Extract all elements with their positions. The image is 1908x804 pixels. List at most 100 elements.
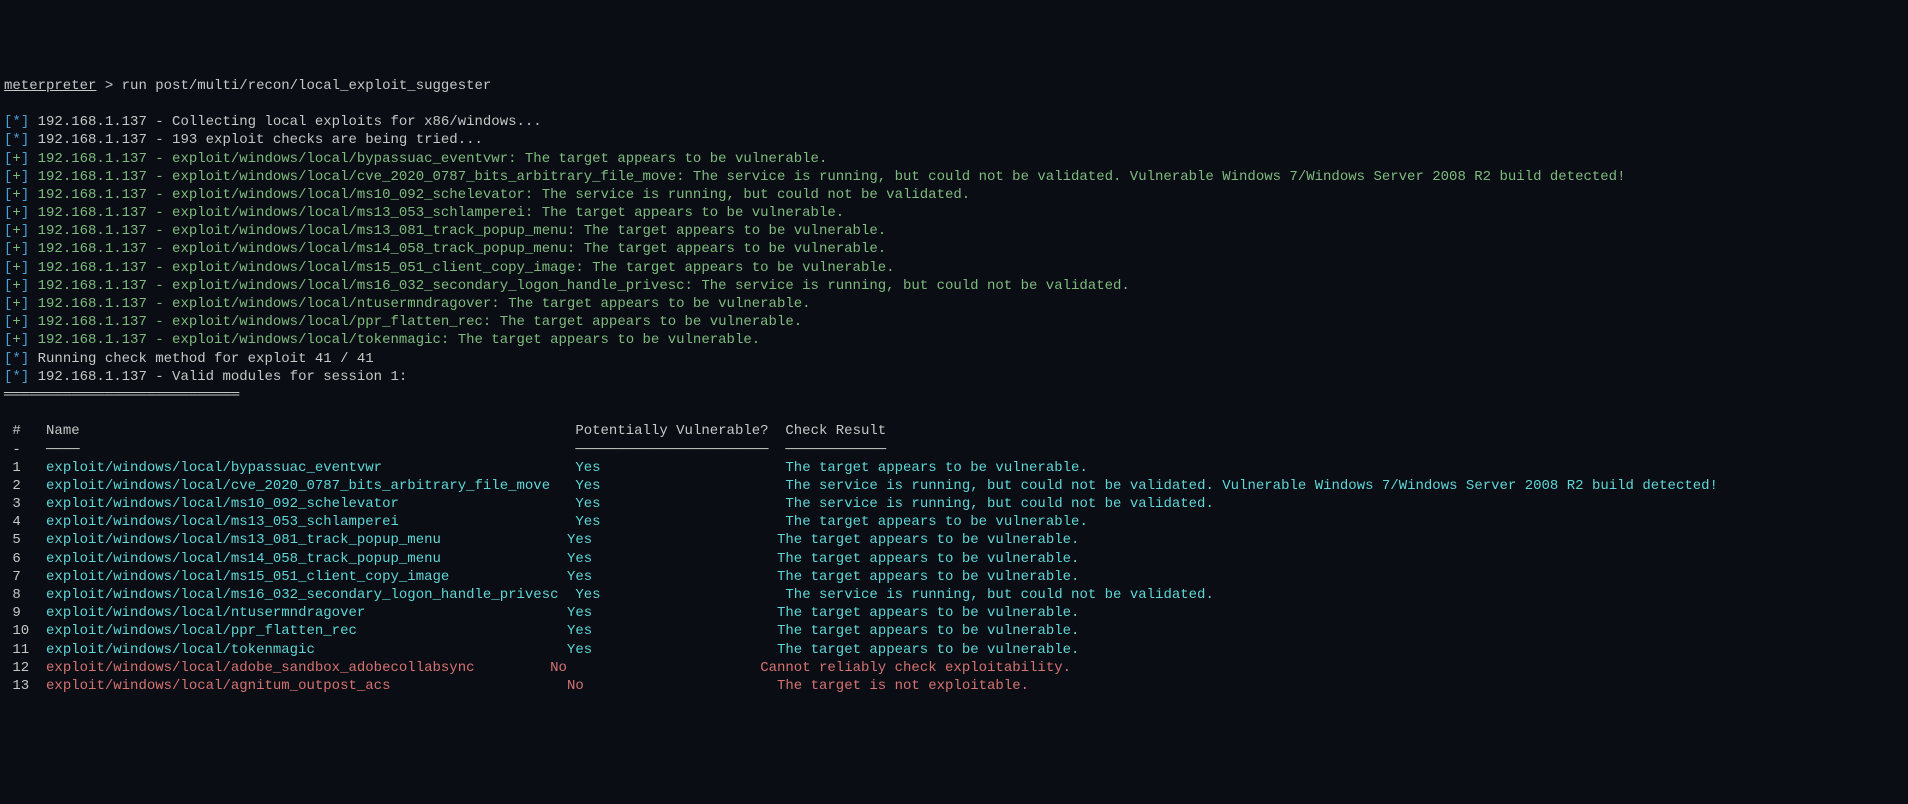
status-plus-icon: + (12, 223, 20, 239)
exploit-name-fail: exploit/windows/local/adobe_sandbox_adob… (46, 660, 474, 676)
exploit-name: exploit/windows/local/bypassuac_eventvwr (46, 460, 382, 476)
command-input[interactable]: run post/multi/recon/local_exploit_sugge… (122, 78, 492, 94)
status-bracket: ] (21, 332, 29, 348)
log-line: - exploit/windows/local/ms15_051_client_… (147, 260, 895, 276)
check-result: The service is running, but could not be… (785, 496, 1213, 512)
exploit-name: exploit/windows/local/ms16_032_secondary… (46, 587, 558, 603)
status-plus-icon: + (12, 314, 20, 330)
table-underline: ─────────────────────── (575, 442, 768, 458)
status-plus-icon: + (12, 260, 20, 276)
status-star-icon: * (12, 114, 20, 130)
vuln-yes: Yes (575, 587, 600, 603)
row-num: 6 (4, 551, 21, 567)
status-plus-icon: + (12, 296, 20, 312)
exploit-name: exploit/windows/local/tokenmagic (46, 642, 315, 658)
status-plus-icon: + (12, 169, 20, 185)
check-result: The target appears to be vulnerable. (777, 569, 1079, 585)
status-bracket: ] (21, 260, 29, 276)
vuln-yes: Yes (567, 551, 592, 567)
table-header-num: # (4, 423, 21, 439)
row-num: 12 (4, 660, 29, 676)
status-bracket: ] (21, 187, 29, 203)
log-line: - exploit/windows/local/ms16_032_seconda… (147, 278, 1130, 294)
table-underline: ──── (46, 442, 80, 458)
check-result: The target appears to be vulnerable. (777, 532, 1079, 548)
log-line: - exploit/windows/local/ms13_053_schlamp… (147, 205, 844, 221)
status-bracket: ] (21, 223, 29, 239)
row-num: 11 (4, 642, 29, 658)
status-plus-icon: + (12, 332, 20, 348)
row-num: 10 (4, 623, 29, 639)
horizontal-rule: ════════════════════════════ (4, 387, 239, 403)
log-line: - exploit/windows/local/ppr_flatten_rec:… (147, 314, 802, 330)
check-result: The target appears to be vulnerable. (777, 642, 1079, 658)
check-result: The target appears to be vulnerable. (777, 623, 1079, 639)
log-line: - exploit/windows/local/bypassuac_eventv… (147, 151, 828, 167)
status-plus-icon: + (12, 278, 20, 294)
vuln-no: No (567, 678, 584, 694)
ip-address: 192.168.1.137 (38, 296, 147, 312)
vuln-yes: Yes (575, 478, 600, 494)
status-bracket: ] (21, 314, 29, 330)
ip-address: 192.168.1.137 (38, 132, 147, 148)
row-num: 8 (4, 587, 21, 603)
check-result: The target appears to be vulnerable. (785, 460, 1087, 476)
exploit-name: exploit/windows/local/ms15_051_client_co… (46, 569, 449, 585)
ip-address: 192.168.1.137 (38, 151, 147, 167)
exploit-name-fail: exploit/windows/local/agnitum_outpost_ac… (46, 678, 390, 694)
status-star-icon: * (12, 369, 20, 385)
status-bracket: ] (21, 241, 29, 257)
ip-address: 192.168.1.137 (38, 278, 147, 294)
vuln-yes: Yes (567, 642, 592, 658)
log-line: - exploit/windows/local/ms10_092_schelev… (147, 187, 970, 203)
status-bracket: ] (21, 114, 29, 130)
exploit-name: exploit/windows/local/ms14_058_track_pop… (46, 551, 441, 567)
log-line: - exploit/windows/local/tokenmagic: The … (147, 332, 760, 348)
ip-address: 192.168.1.137 (38, 314, 147, 330)
exploit-name: exploit/windows/local/cve_2020_0787_bits… (46, 478, 550, 494)
status-bracket: ] (21, 278, 29, 294)
vuln-yes: Yes (567, 532, 592, 548)
check-result: The target appears to be vulnerable. (785, 514, 1087, 530)
exploit-name: exploit/windows/local/ms13_081_track_pop… (46, 532, 441, 548)
row-num: 1 (4, 460, 21, 476)
row-num: 9 (4, 605, 21, 621)
ip-address: 192.168.1.137 (38, 223, 147, 239)
vuln-yes: Yes (575, 496, 600, 512)
row-num: 4 (4, 514, 21, 530)
vuln-yes: Yes (575, 514, 600, 530)
ip-address: 192.168.1.137 (38, 260, 147, 276)
row-num: 5 (4, 532, 21, 548)
check-result: The service is running, but could not be… (785, 478, 1718, 494)
table-underline: ──────────── (785, 442, 886, 458)
log-line: Running check method for exploit 41 / 41 (38, 351, 374, 367)
vuln-yes: Yes (567, 605, 592, 621)
log-line: - exploit/windows/local/cve_2020_0787_bi… (147, 169, 1626, 185)
ip-address: 192.168.1.137 (38, 169, 147, 185)
status-plus-icon: + (12, 205, 20, 221)
table-header-result: Check Result (785, 423, 886, 439)
status-star-icon: * (12, 132, 20, 148)
exploit-name: exploit/windows/local/ppr_flatten_rec (46, 623, 357, 639)
status-bracket: ] (21, 296, 29, 312)
log-line: - Valid modules for session 1: (147, 369, 407, 385)
status-bracket: ] (21, 369, 29, 385)
table-underline: - (4, 442, 21, 458)
check-result-fail: The target is not exploitable. (777, 678, 1029, 694)
vuln-yes: Yes (575, 460, 600, 476)
check-result: The service is running, but could not be… (785, 587, 1213, 603)
status-bracket: ] (21, 205, 29, 221)
ip-address: 192.168.1.137 (38, 332, 147, 348)
ip-address: 192.168.1.137 (38, 241, 147, 257)
ip-address: 192.168.1.137 (38, 205, 147, 221)
terminal-prompt: meterpreter (4, 78, 96, 94)
exploit-name: exploit/windows/local/ntusermndragover (46, 605, 365, 621)
table-header-vuln: Potentially Vulnerable? (575, 423, 768, 439)
ip-address: 192.168.1.137 (38, 187, 147, 203)
log-line: - exploit/windows/local/ms13_081_track_p… (147, 223, 886, 239)
check-result-fail: Cannot reliably check exploitability. (760, 660, 1071, 676)
ip-address: 192.168.1.137 (38, 114, 147, 130)
check-result: The target appears to be vulnerable. (777, 605, 1079, 621)
status-bracket: ] (21, 151, 29, 167)
status-bracket: ] (21, 351, 29, 367)
